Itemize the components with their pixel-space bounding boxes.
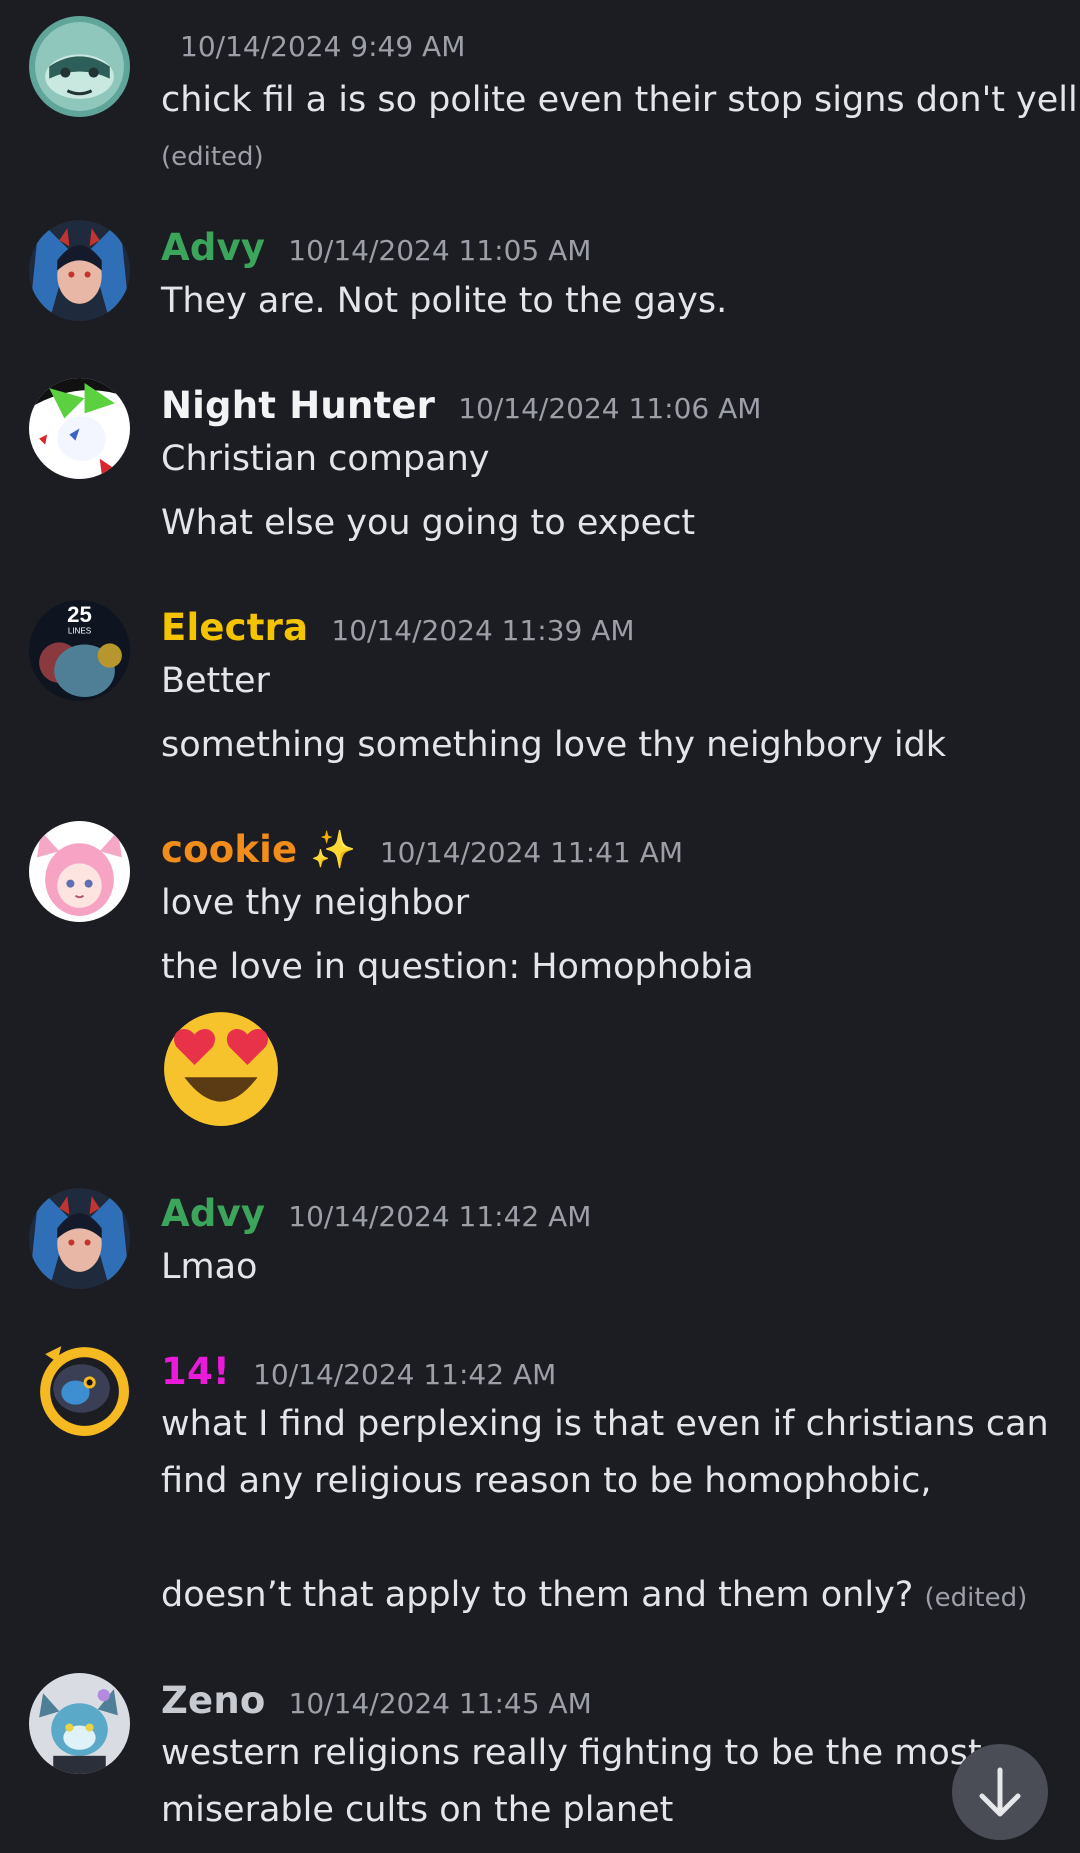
message-text: doesn’t that apply to them and them only… bbox=[161, 1575, 1028, 1615]
message-timestamp: 10/14/2024 11:45 AM bbox=[288, 1687, 592, 1720]
message-text: Lmao bbox=[161, 1247, 258, 1287]
username[interactable]: 14! bbox=[161, 1350, 230, 1393]
message-timestamp: 10/14/2024 11:06 AM bbox=[458, 392, 762, 425]
message-text: miserable cults on the planet bbox=[161, 1790, 674, 1830]
avatar[interactable] bbox=[29, 378, 130, 479]
avatar[interactable] bbox=[29, 16, 130, 117]
message-text: what I find perplexing is that even if c… bbox=[161, 1404, 1049, 1444]
username[interactable]: Night Hunter bbox=[161, 384, 435, 427]
message-text: Better bbox=[161, 661, 270, 701]
username[interactable]: cookie ✨ bbox=[161, 828, 357, 871]
jump-to-bottom-button[interactable] bbox=[952, 1744, 1048, 1840]
avatar[interactable] bbox=[29, 220, 130, 321]
message-text: find any religious reason to be homophob… bbox=[161, 1461, 932, 1501]
arrow-down-icon bbox=[979, 1767, 1021, 1817]
edited-label: (edited) bbox=[924, 1583, 1028, 1613]
edited-label: (edited) bbox=[161, 142, 264, 172]
avatar[interactable] bbox=[29, 1673, 130, 1774]
avatar[interactable] bbox=[29, 821, 130, 922]
message-text: the love in question: Homophobia bbox=[161, 947, 754, 987]
heart-eyes-emoji bbox=[160, 1004, 282, 1126]
username[interactable]: Zeno bbox=[161, 1679, 265, 1722]
message-text: What else you going to expect bbox=[161, 503, 696, 543]
message-text: chick fil a is so polite even their stop… bbox=[161, 80, 1078, 120]
avatar-badge-number: 25 bbox=[67, 602, 92, 627]
username[interactable]: Advy bbox=[161, 226, 265, 269]
username[interactable]: Electra bbox=[161, 606, 308, 649]
avatar[interactable]: 25 LINES bbox=[29, 600, 130, 701]
message-timestamp: 10/14/2024 11:39 AM bbox=[331, 614, 635, 647]
avatar[interactable] bbox=[29, 1188, 130, 1289]
message-text: love thy neighbor bbox=[161, 883, 470, 923]
avatar[interactable] bbox=[29, 1336, 130, 1437]
message-timestamp: 10/14/2024 11:41 AM bbox=[379, 836, 683, 869]
message-text: something something love thy neighbory i… bbox=[161, 725, 947, 765]
message-timestamp: 10/14/2024 11:05 AM bbox=[288, 234, 592, 267]
message-text: They are. Not polite to the gays. bbox=[161, 281, 728, 321]
message-timestamp: 10/14/2024 11:42 AM bbox=[288, 1200, 592, 1233]
message-timestamp: 10/14/2024 9:49 AM bbox=[180, 30, 466, 63]
message-text: Christian company bbox=[161, 439, 490, 479]
message-text: western religions really fighting to be … bbox=[161, 1733, 982, 1773]
message-timestamp: 10/14/2024 11:42 AM bbox=[253, 1358, 557, 1391]
chat-message-list[interactable]: 10/14/2024 9:49 AM chick fil a is so pol… bbox=[0, 0, 1080, 1853]
username[interactable]: Advy bbox=[161, 1192, 265, 1235]
avatar-badge-label: LINES bbox=[68, 626, 92, 635]
